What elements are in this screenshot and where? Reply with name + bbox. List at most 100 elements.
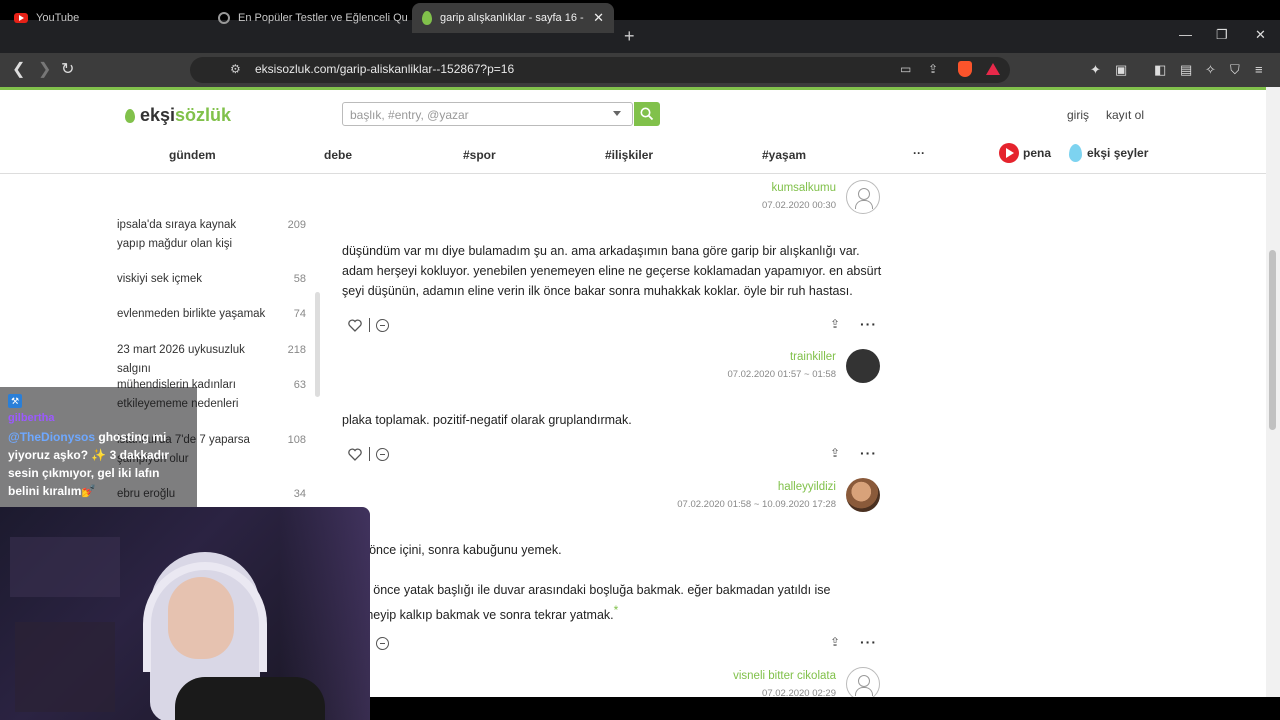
reload-button[interactable]: ↻ xyxy=(61,59,74,79)
share-entry-icon[interactable]: ⇪ xyxy=(830,446,840,460)
downvote-icon[interactable] xyxy=(376,319,389,332)
topic-item[interactable]: ipsala'da sıraya kaynak yapıp mağdur ola… xyxy=(117,216,317,254)
cast-icon[interactable]: ▭ xyxy=(900,62,911,76)
avatar-icon[interactable] xyxy=(846,667,880,697)
webcam-background xyxy=(15,622,115,712)
reader-icon[interactable]: ▣ xyxy=(1115,62,1127,78)
nav-spor[interactable]: #spor xyxy=(463,148,496,162)
accent-line xyxy=(0,87,1266,90)
forward-button[interactable]: ❯ xyxy=(38,59,51,79)
more-options-icon[interactable]: ··· xyxy=(860,634,877,650)
eksi-drop-icon xyxy=(422,11,432,25)
topic-title: ipsala'da sıraya kaynak yapıp mağdur ola… xyxy=(117,219,237,250)
brave-shields-icon[interactable] xyxy=(958,61,972,77)
tab-label: garip alışkanlıklar - sayfa 16 - ekşi xyxy=(440,12,585,24)
eksi-seyler-icon[interactable] xyxy=(1069,144,1082,162)
entry-content: plaka toplamak. pozitif-negatif olarak g… xyxy=(342,413,632,427)
restore-button[interactable]: ❐ xyxy=(1216,27,1228,43)
avatar-icon[interactable] xyxy=(846,349,880,383)
entry-date[interactable]: 07.02.2020 02:29 xyxy=(636,688,836,697)
nav-divider xyxy=(0,173,1266,174)
topic-item[interactable]: 23 mart 2026 uykusuzluk salgını 218 xyxy=(117,341,317,379)
more-options-icon[interactable]: ··· xyxy=(860,316,877,332)
entry-date[interactable]: 07.02.2020 01:58 ~ 10.09.2020 17:28 xyxy=(636,499,836,510)
webcam-background xyxy=(10,537,120,597)
nav-pena[interactable]: pena xyxy=(1023,146,1051,160)
nav-debe[interactable]: debe xyxy=(324,148,352,162)
site-settings-icon[interactable]: ⚙ xyxy=(230,62,241,76)
register-link[interactable]: kayıt ol xyxy=(1106,108,1144,122)
tab-youtube[interactable]: YouTube xyxy=(4,3,204,33)
entry-text-span: edemeyip kalkıp bakmak ve sonra tekrar y… xyxy=(342,608,614,623)
entry-content-line: eğin önce içini, sonra kabuğunu yemek. xyxy=(342,543,562,557)
entry-content: düşündüm var mı diye bulamadım şu an. am… xyxy=(342,244,882,298)
back-button[interactable]: ❮ xyxy=(12,59,25,79)
sidebar-icon[interactable]: ◧ xyxy=(1154,62,1166,78)
site-logo[interactable]: ekşi sözlük xyxy=(125,105,231,126)
topic-title: viskiyi sek içmek xyxy=(117,273,202,285)
logo-prefix: ekşi xyxy=(140,105,176,125)
footnote-star[interactable]: * xyxy=(614,603,619,617)
menu-icon[interactable]: ≡ xyxy=(1255,62,1263,77)
topic-title: evlenmeden birlikte yaşamak xyxy=(117,308,266,320)
topic-count: 218 xyxy=(287,344,306,356)
nav-yasam[interactable]: #yaşam xyxy=(762,148,806,162)
chat-message: @TheDionysos ghosting mi yiyoruz aşko? ✨… xyxy=(8,428,193,500)
nav-gundem[interactable]: gündem xyxy=(169,148,216,162)
entry-date[interactable]: 07.02.2020 00:30 xyxy=(636,200,836,211)
tab-label: YouTube xyxy=(36,12,80,24)
topic-count: 58 xyxy=(293,273,306,285)
search-dropdown-icon[interactable] xyxy=(613,111,621,116)
vpn-icon[interactable]: ⛉ xyxy=(1230,62,1240,78)
pena-icon[interactable] xyxy=(999,143,1019,163)
topic-item[interactable]: evlenmeden birlikte yaşamak 74 xyxy=(117,305,317,324)
entry-content-line: adan önce yatak başlığı ile duvar arasın… xyxy=(342,583,831,597)
nav-more[interactable]: ··· xyxy=(913,146,925,160)
page-scrollbar-thumb[interactable] xyxy=(1269,250,1276,430)
favorite-heart-icon[interactable] xyxy=(348,319,362,332)
brave-rewards-icon[interactable] xyxy=(986,63,1000,75)
avatar-icon[interactable] xyxy=(846,180,880,214)
entry-content-line: edemeyip kalkıp bakmak ve sonra tekrar y… xyxy=(342,600,618,625)
tab-label: En Popüler Testler ve Eğlenceli Quizle xyxy=(238,12,408,24)
more-options-icon[interactable]: ··· xyxy=(860,445,877,461)
topic-count: 74 xyxy=(293,308,306,320)
topic-item[interactable]: viskiyi sek içmek 58 xyxy=(117,270,317,289)
tab-eksi-active[interactable]: garip alışkanlıklar - sayfa 16 - ekşi ✕ xyxy=(412,3,614,33)
close-window-button[interactable]: ✕ xyxy=(1255,27,1266,43)
quiz-icon xyxy=(218,12,230,24)
new-tab-button[interactable]: + xyxy=(624,26,635,47)
sidebar-scrollbar[interactable] xyxy=(315,292,320,397)
entry-date[interactable]: 07.02.2020 01:57 ~ 01:58 xyxy=(636,369,836,380)
downvote-icon[interactable] xyxy=(376,448,389,461)
entry-author[interactable]: kumsalkumu xyxy=(636,182,836,194)
url-text[interactable]: eksisozluk.com/garip-aliskanliklar--1528… xyxy=(255,62,514,76)
chat-badge-icon: ⚒ xyxy=(8,394,22,408)
minimize-button[interactable]: — xyxy=(1179,27,1192,42)
extensions-icon[interactable]: ✦ xyxy=(1090,62,1101,78)
share-icon[interactable]: ⇪ xyxy=(928,62,938,76)
action-divider xyxy=(369,318,370,332)
share-entry-icon[interactable]: ⇪ xyxy=(830,635,840,649)
share-entry-icon[interactable]: ⇪ xyxy=(830,317,840,331)
youtube-icon xyxy=(14,13,28,23)
downvote-icon[interactable] xyxy=(376,637,389,650)
entry-author[interactable]: trainkiller xyxy=(636,351,836,363)
action-divider xyxy=(369,447,370,461)
login-link[interactable]: giriş xyxy=(1067,108,1089,122)
entry-author[interactable]: visneli bitter cikolata xyxy=(636,670,836,682)
search-input[interactable]: başlık, #entry, @yazar xyxy=(342,102,633,126)
nav-eksi-seyler[interactable]: ekşi şeyler xyxy=(1087,146,1148,160)
leo-ai-icon[interactable]: ✧ xyxy=(1205,62,1216,78)
wallet-icon[interactable]: ▤ xyxy=(1180,62,1192,78)
close-tab-icon[interactable]: ✕ xyxy=(593,10,604,26)
tab-quiz[interactable]: En Popüler Testler ve Eğlenceli Quizle xyxy=(208,3,408,33)
logo-drop-icon xyxy=(125,108,135,123)
favorite-heart-icon[interactable] xyxy=(348,448,362,461)
avatar-photo[interactable] xyxy=(846,478,880,512)
webcam-overlay xyxy=(0,507,370,720)
topic-title: 23 mart 2026 uykusuzluk salgını xyxy=(117,344,245,375)
entry-author[interactable]: halleyyildizi xyxy=(636,481,836,493)
search-button[interactable] xyxy=(634,102,660,126)
nav-iliskiler[interactable]: #ilişkiler xyxy=(605,148,653,162)
